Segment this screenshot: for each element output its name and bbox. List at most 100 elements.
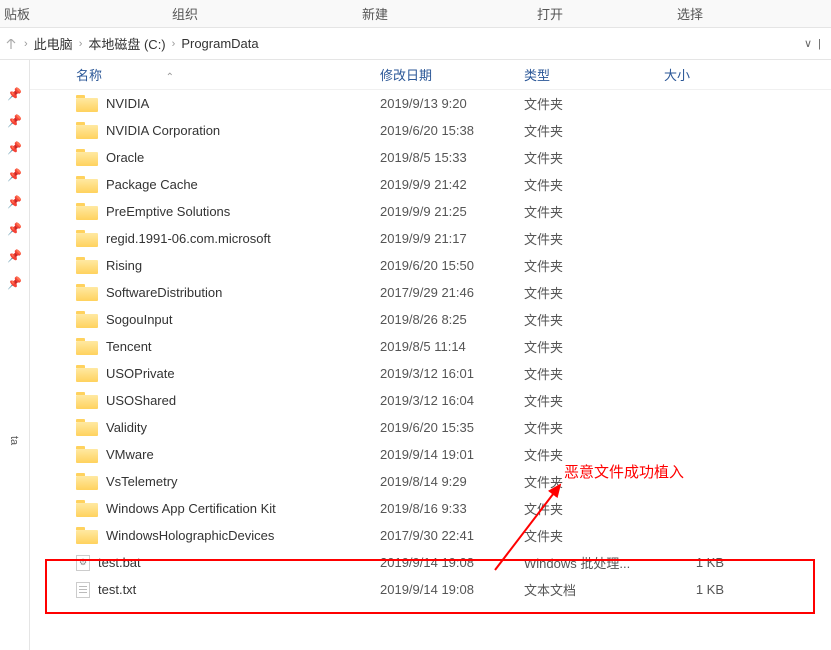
file-date: 2019/9/9 21:42 [380,177,524,192]
file-row[interactable]: VsTelemetry2019/8/14 9:29文件夹 [46,468,831,495]
file-date: 2019/8/14 9:29 [380,474,524,489]
folder-icon [76,98,98,112]
file-row[interactable]: regid.1991-06.com.microsoft2019/9/9 21:1… [46,225,831,252]
file-name-cell: WindowsHolographicDevices [46,528,380,544]
file-name: VMware [106,447,154,462]
file-row[interactable]: NVIDIA2019/9/13 9:20文件夹 [46,90,831,117]
file-size: 1 KB [664,555,744,570]
breadcrumb-dropdown[interactable]: ∨ | [804,37,821,50]
file-type: 文件夹 [524,391,664,410]
file-name: Package Cache [106,177,198,192]
file-row[interactable]: Validity2019/6/20 15:35文件夹 [46,414,831,441]
file-name-cell: VsTelemetry [46,474,380,490]
ribbon-select[interactable]: 选择 [630,4,750,23]
file-row[interactable]: Oracle2019/8/5 15:33文件夹 [46,144,831,171]
file-type: 文件夹 [524,202,664,221]
file-type: 文件夹 [524,175,664,194]
file-name: Oracle [106,150,144,165]
sidebar-quick-access: 📌 📌 📌 📌 📌 📌 📌 📌 ta [0,60,30,650]
file-name: Windows App Certification Kit [106,501,276,516]
file-row[interactable]: Windows App Certification Kit2019/8/16 9… [46,495,831,522]
file-name: SoftwareDistribution [106,285,222,300]
txt-icon [76,582,90,598]
file-date: 2019/8/26 8:25 [380,312,524,327]
ribbon-clipboard[interactable]: 贴板 [0,4,90,23]
file-date: 2019/8/5 15:33 [380,150,524,165]
column-date[interactable]: 修改日期 [380,65,524,84]
file-name-cell: PreEmptive Solutions [46,204,380,220]
file-type: 文件夹 [524,229,664,248]
file-name: test.txt [98,582,136,597]
file-name-cell: SoftwareDistribution [46,285,380,301]
file-row[interactable]: Package Cache 2019/9/9 21:42文件夹 [46,171,831,198]
breadcrumb[interactable]: › 此电脑 › 本地磁盘 (C:) › ProgramData ∨ | [0,28,831,60]
folder-icon [76,152,98,166]
file-row[interactable]: USOShared 2019/3/12 16:04文件夹 [46,387,831,414]
file-name: PreEmptive Solutions [106,204,230,219]
up-icon[interactable] [4,32,18,56]
file-row[interactable]: test.bat2019/9/14 19:08Windows 批处理...1 K… [46,549,831,576]
folder-icon [76,206,98,220]
file-name-cell: Tencent [46,339,380,355]
file-name-cell: USOPrivate [46,366,380,382]
file-row[interactable]: NVIDIA Corporation2019/6/20 15:38文件夹 [46,117,831,144]
file-date: 2017/9/30 22:41 [380,528,524,543]
file-list-area: 名称 ⌃ 修改日期 类型 大小 NVIDIA2019/9/13 9:20文件夹N… [30,60,831,650]
pin-icon[interactable]: 📌 [0,134,29,161]
file-name-cell: NVIDIA [46,96,380,112]
pin-icon[interactable]: 📌 [0,215,29,242]
ribbon-organize[interactable]: 组织 [90,4,280,23]
file-type: 文件夹 [524,121,664,140]
folder-icon [76,287,98,301]
breadcrumb-programdata[interactable]: ProgramData [181,36,258,51]
file-row[interactable]: test.txt2019/9/14 19:08文本文档1 KB [46,576,831,603]
pin-icon[interactable]: 📌 [0,161,29,188]
folder-icon [76,503,98,517]
file-row[interactable]: PreEmptive Solutions 2019/9/9 21:25文件夹 [46,198,831,225]
pin-icon[interactable]: 📌 [0,242,29,269]
pin-icon[interactable]: 📌 [0,188,29,215]
file-list[interactable]: NVIDIA2019/9/13 9:20文件夹NVIDIA Corporatio… [30,90,831,603]
folder-icon [76,260,98,274]
sort-indicator-icon: ⌃ [166,72,174,83]
file-row[interactable]: WindowsHolographicDevices2017/9/30 22:41… [46,522,831,549]
pin-icon[interactable]: 📌 [0,107,29,134]
file-name-cell: regid.1991-06.com.microsoft [46,231,380,247]
file-row[interactable]: Tencent2019/8/5 11:14文件夹 [46,333,831,360]
file-type: 文件夹 [524,472,664,491]
file-row[interactable]: SogouInput2019/8/26 8:25文件夹 [46,306,831,333]
file-date: 2019/9/14 19:08 [380,555,524,570]
folder-icon [76,368,98,382]
folder-icon [76,314,98,328]
file-row[interactable]: USOPrivate2019/3/12 16:01文件夹 [46,360,831,387]
file-name: USOShared [106,393,176,408]
column-size[interactable]: 大小 [664,65,744,84]
chevron-right-icon: › [79,38,83,50]
folder-icon [76,530,98,544]
ribbon-open[interactable]: 打开 [470,4,630,23]
column-type[interactable]: 类型 [524,65,664,84]
file-name-cell: NVIDIA Corporation [46,123,380,139]
file-row[interactable]: VMware2019/9/14 19:01文件夹 [46,441,831,468]
column-headers: 名称 ⌃ 修改日期 类型 大小 [30,60,831,90]
file-name: Validity [106,420,147,435]
folder-icon [76,341,98,355]
ribbon-new[interactable]: 新建 [280,4,470,23]
file-name: SogouInput [106,312,173,327]
file-name: regid.1991-06.com.microsoft [106,231,271,246]
column-name[interactable]: 名称 ⌃ [46,65,380,84]
file-row[interactable]: Rising2019/6/20 15:50文件夹 [46,252,831,279]
chevron-right-icon: › [172,38,176,50]
file-row[interactable]: SoftwareDistribution2017/9/29 21:46文件夹 [46,279,831,306]
pin-icon[interactable]: 📌 [0,269,29,296]
file-type: 文件夹 [524,337,664,356]
file-name-cell: Package Cache [46,177,380,193]
pin-icon[interactable]: 📌 [0,80,29,107]
file-type: 文本文档 [524,580,664,599]
file-name-cell: Rising [46,258,380,274]
breadcrumb-drive-c[interactable]: 本地磁盘 (C:) [88,34,165,53]
file-name: Tencent [106,339,152,354]
file-date: 2019/3/12 16:04 [380,393,524,408]
file-date: 2019/9/9 21:25 [380,204,524,219]
breadcrumb-this-pc[interactable]: 此电脑 [34,34,73,53]
